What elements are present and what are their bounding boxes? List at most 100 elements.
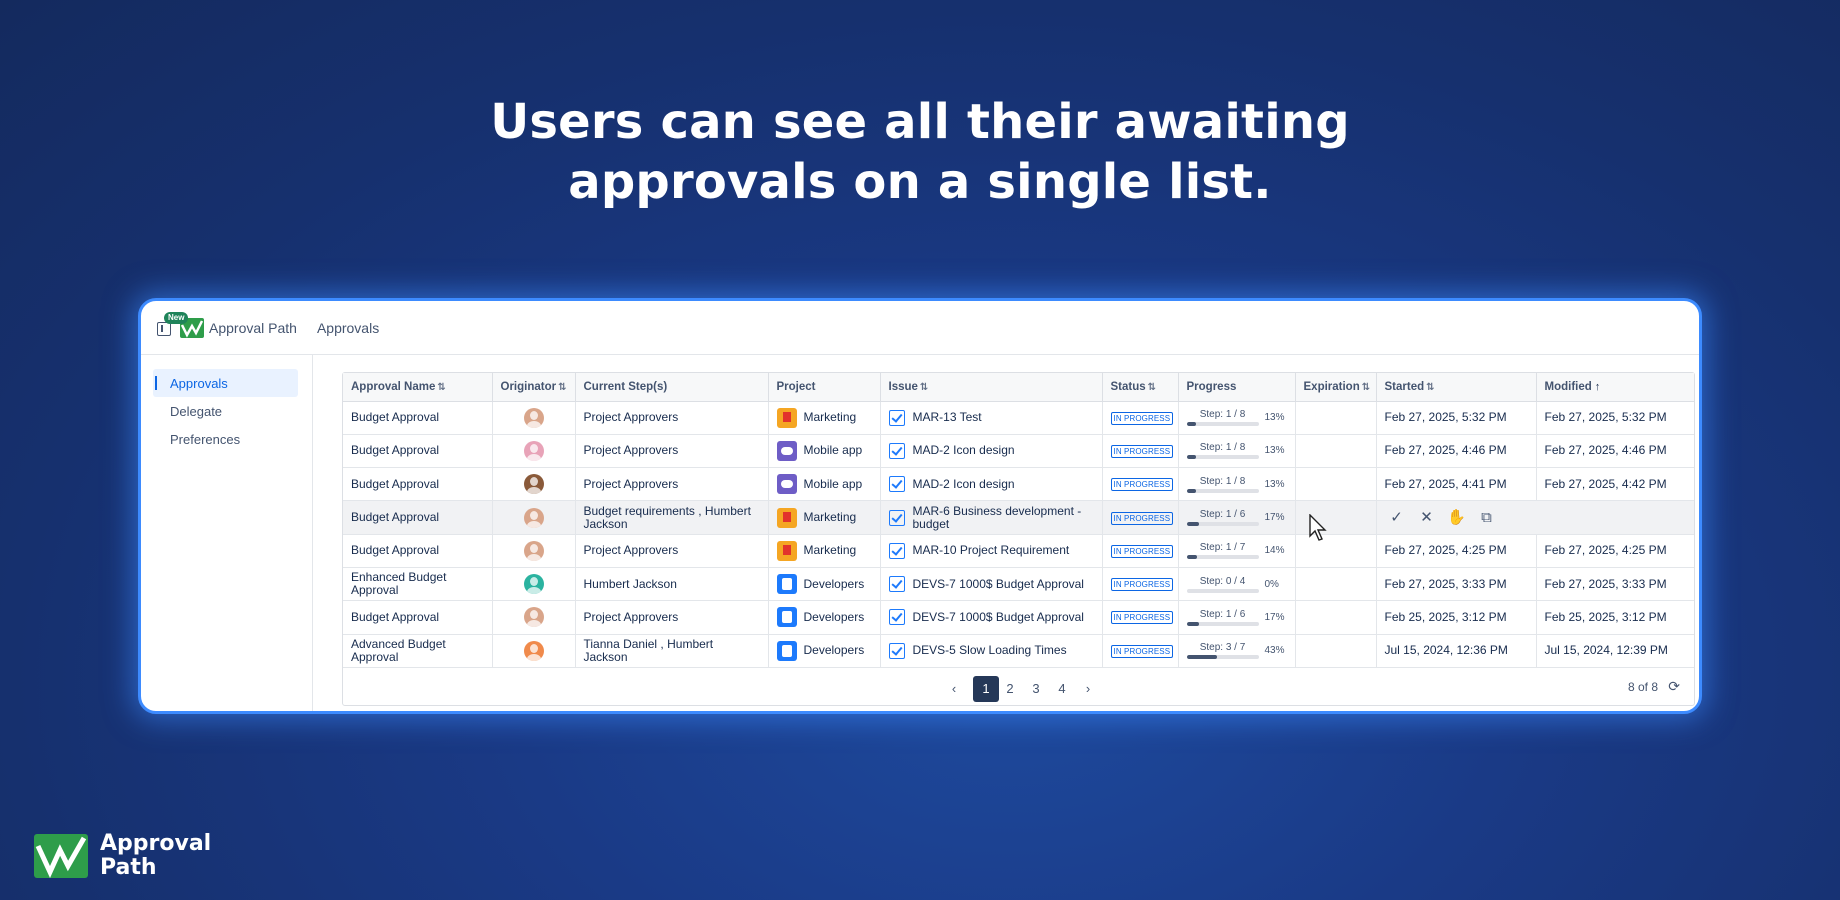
cell-approval-name[interactable]: Budget Approval [343, 434, 493, 469]
table-row[interactable]: Budget Approval Project Approvers Mobile a… [343, 434, 1694, 469]
hand-icon[interactable]: ✋ [1447, 508, 1467, 528]
table-row[interactable]: Budget Approval Project Approvers Marketin… [343, 401, 1694, 435]
refresh-icon[interactable]: ⟳ [1668, 678, 1680, 695]
project-name[interactable]: Marketing [804, 544, 857, 557]
breadcrumb-approvals[interactable]: Approvals [317, 320, 379, 336]
avatar[interactable] [523, 507, 544, 528]
page-2-button[interactable]: 2 [999, 676, 1021, 702]
cell-progress: Step: 1 / 6 17% [1178, 500, 1296, 535]
sort-icon[interactable]: ⇅ [920, 382, 928, 393]
page-1-button[interactable]: 1 [973, 676, 999, 702]
open-external-icon[interactable]: ⧉ [1477, 508, 1497, 528]
cell-started: Feb 27, 2025, 4:25 PM [1376, 534, 1537, 568]
avatar[interactable] [523, 440, 544, 461]
issue-link[interactable]: MAR-6 Business development - budget [913, 504, 1094, 531]
cell-originator [492, 434, 576, 469]
page-headline: Users can see all their awaiting approva… [0, 92, 1840, 212]
project-name[interactable]: Developers [804, 644, 865, 657]
cell-started: Feb 27, 2025, 3:33 PM [1376, 567, 1537, 602]
cell-approval-name[interactable]: Enhanced Budget Approval [343, 567, 493, 602]
avatar[interactable] [523, 407, 544, 428]
cell-approval-name[interactable]: Budget Approval [343, 534, 493, 568]
cell-progress: Step: 1 / 8 13% [1178, 467, 1296, 502]
cell-originator [492, 401, 576, 435]
cell-project: Marketing [768, 401, 881, 435]
approvals-table-container: Approval Name ⇅ Originator ⇅ Current Step(… [342, 372, 1695, 706]
cell-expiration [1295, 467, 1377, 502]
issue-link[interactable]: MAR-10 Project Requirement [913, 544, 1070, 557]
col-expiration[interactable]: Expiration ⇅ [1295, 373, 1377, 402]
cell-approval-name[interactable]: Budget Approval [343, 500, 493, 535]
col-modified[interactable]: Modified ↑ [1536, 373, 1694, 402]
table-row[interactable]: Budget Approval Budget requirements , Hum… [343, 500, 1694, 535]
progress-step-label: Step: 3 / 7 [1199, 642, 1246, 654]
table-row[interactable]: Advanced Budget Approval Tianna Daniel , … [343, 634, 1694, 668]
project-name[interactable]: Marketing [804, 511, 857, 524]
sort-ascending-icon[interactable]: ↑ [1595, 381, 1601, 393]
status-badge: IN PROGRESS [1110, 578, 1174, 592]
project-name[interactable]: Developers [804, 610, 865, 624]
cell-approval-name[interactable]: Budget Approval [343, 467, 493, 502]
avatar[interactable] [523, 607, 544, 628]
avatar[interactable] [523, 574, 544, 595]
sort-icon[interactable]: ⇅ [1426, 382, 1434, 393]
progress-bar [1186, 522, 1259, 527]
table-row[interactable]: Budget Approval Project Approvers Mobile a… [343, 467, 1694, 502]
issue-link[interactable]: DEVS-5 Slow Loading Times [913, 644, 1067, 657]
progress-step-label: Step: 0 / 4 [1199, 575, 1246, 587]
table-row[interactable]: Enhanced Budget Approval Humbert Jackson D… [343, 567, 1694, 602]
sidebar-item-preferences[interactable]: Preferences [153, 425, 298, 453]
cell-started: Feb 27, 2025, 5:32 PM [1376, 401, 1537, 435]
col-issue[interactable]: Issue ⇅ [880, 373, 1103, 402]
cell-current-steps: Project Approvers [575, 401, 769, 435]
sidebar-item-approvals[interactable]: Approvals [153, 369, 298, 397]
progress-bar [1186, 455, 1259, 460]
cell-approval-name[interactable]: Budget Approval [343, 401, 493, 435]
progress-bar [1186, 588, 1259, 593]
sidebar-item-delegate[interactable]: Delegate [153, 397, 298, 425]
sort-icon[interactable]: ⇅ [437, 382, 445, 393]
avatar[interactable] [523, 474, 544, 495]
progress-bar-fill [1186, 621, 1199, 626]
col-status[interactable]: Status ⇅ [1102, 373, 1179, 402]
page-3-button[interactable]: 3 [1025, 676, 1047, 702]
app-name[interactable]: Approval Path [209, 320, 297, 336]
issue-link[interactable]: MAD-2 Icon design [913, 444, 1015, 457]
task-checkbox-icon [888, 442, 905, 459]
issue-link[interactable]: DEVS-7 1000$ Budget Approval [913, 610, 1084, 624]
issue-link[interactable]: DEVS-7 1000$ Budget Approval [913, 577, 1084, 591]
col-originator[interactable]: Originator ⇅ [492, 373, 576, 402]
status-badge: IN PROGRESS [1110, 644, 1174, 658]
cell-approval-name[interactable]: Advanced Budget Approval [343, 634, 493, 668]
cell-project: Marketing [768, 500, 881, 535]
progress-bar [1186, 488, 1259, 493]
progress-step-label: Step: 1 / 8 [1199, 409, 1246, 421]
issue-link[interactable]: MAD-2 Icon design [913, 477, 1015, 491]
check-icon[interactable]: ✓ [1387, 508, 1407, 528]
page-4-button[interactable]: 4 [1051, 676, 1073, 702]
col-approval-name[interactable]: Approval Name ⇅ [343, 373, 493, 402]
sort-icon[interactable]: ⇅ [558, 382, 566, 393]
col-project: Project [768, 373, 881, 402]
close-icon[interactable]: ✕ [1417, 508, 1437, 528]
avatar[interactable] [523, 640, 544, 661]
project-name[interactable]: Developers [804, 577, 865, 591]
cell-modified: Feb 27, 2025, 3:33 PM [1536, 567, 1694, 602]
sort-icon[interactable]: ⇅ [1362, 382, 1370, 393]
next-page-button[interactable]: › [1077, 676, 1099, 702]
project-name[interactable]: Marketing [804, 411, 857, 424]
project-name[interactable]: Mobile app [804, 477, 863, 491]
app-window: New Approval Path Approvals Approvals De… [138, 298, 1702, 714]
cell-project: Mobile app [768, 467, 881, 502]
project-name[interactable]: Mobile app [804, 444, 863, 457]
issue-link[interactable]: MAR-13 Test [913, 411, 982, 424]
table-row[interactable]: Budget Approval Project Approvers Develope… [343, 600, 1694, 635]
col-started[interactable]: Started ⇅ [1376, 373, 1537, 402]
prev-page-button[interactable]: ‹ [943, 676, 965, 702]
table-row[interactable]: Budget Approval Project Approvers Marketin… [343, 534, 1694, 568]
cell-approval-name[interactable]: Budget Approval [343, 600, 493, 635]
progress-bar [1186, 422, 1259, 427]
mouse-cursor-icon [1309, 514, 1327, 541]
avatar[interactable] [523, 540, 544, 561]
sort-icon[interactable]: ⇅ [1148, 382, 1156, 393]
